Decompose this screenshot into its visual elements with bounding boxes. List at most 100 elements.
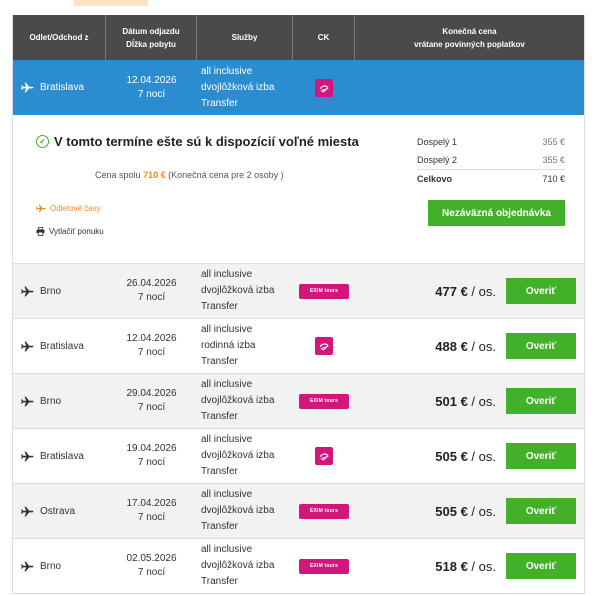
price-unit: / os. (467, 393, 496, 409)
departure-date: 12.04.2026 (126, 333, 177, 344)
offer-detail-panel: ✓ V tomto termíne ešte sú k dispozícií v… (13, 115, 584, 264)
price-summary: Dospelý 1 355 € Dospelý 2 355 € Celkovo … (417, 133, 565, 188)
price-value: 505 € (435, 448, 468, 464)
price-per-person: 488 € / os. (435, 339, 496, 354)
summary-row-adult2: Dospelý 2 355 € (417, 151, 565, 169)
verify-button[interactable]: Overiť (506, 278, 576, 304)
price-value: 501 € (435, 393, 468, 409)
price-unit: / os. (467, 283, 496, 299)
service-room: dvojlôžková izba (201, 285, 275, 296)
adult2-label: Dospelý 2 (417, 155, 458, 165)
stay-length: 7 nocí (137, 512, 166, 523)
offer-row[interactable]: Brno 29.04.2026 7 nocí all inclusive dvojlôž… (13, 374, 584, 429)
verify-button[interactable]: Overiť (506, 333, 576, 359)
date-cell: 19.04.2026 7 nocí (106, 429, 197, 483)
operator-cell: EXIM tours (293, 484, 355, 538)
offer-row[interactable]: Brno 26.04.2026 7 nocí all inclusive dvojlôž… (13, 264, 584, 319)
price-cell: 501 € / os. Overiť (355, 374, 584, 428)
plane-icon (21, 341, 34, 351)
price-cell: 477 € / os. Overiť (355, 264, 584, 318)
order-button[interactable]: Nezáväzná objednávka (428, 200, 565, 226)
availability-message: ✓ V tomto termíne ešte sú k dispozícií v… (36, 134, 359, 149)
departure-cell: Ostrava (13, 484, 106, 538)
operator-cell: EXIM tours (293, 264, 355, 318)
date-cell: 12.04.2026 7 nocí (106, 319, 197, 373)
verify-button[interactable]: Overiť (506, 388, 576, 414)
service-room: dvojlôžková izba (201, 395, 275, 406)
offer-row[interactable]: Brno 02.05.2026 7 nocí all inclusive dvojlôž… (13, 539, 584, 594)
cedok-logo-icon (315, 447, 333, 465)
departure-city: Brno (40, 285, 62, 297)
service-room: dvojlôžková izba (201, 560, 275, 571)
header-price-label: Konečná cena (442, 26, 497, 36)
price-cell: 488 € / os. Overiť (355, 319, 584, 373)
departure-city: Bratislava (40, 340, 84, 352)
services-cell: all inclusive dvojlôžková izba Transfer (197, 374, 293, 428)
plane-icon (21, 561, 34, 571)
departure-cell: Bratislava (13, 60, 106, 115)
header-departure: Odlet/Odchod z (13, 15, 106, 60)
exim-tours-logo-icon: EXIM tours (299, 393, 349, 409)
stay-length: 7 nocí (137, 457, 166, 468)
total-price-note: (Konečná cena pre 2 osoby ) (168, 170, 284, 180)
departure-cell: Bratislava (13, 319, 106, 373)
departure-date: 02.05.2026 (126, 553, 177, 564)
service-room: dvojlôžková izba (201, 81, 275, 93)
price-cell: 518 € / os. Overiť (355, 539, 584, 593)
offer-row[interactable]: Ostrava 17.04.2026 7 nocí all inclusive dvoj… (13, 484, 584, 539)
verify-button[interactable]: Overiť (506, 443, 576, 469)
departure-city: Brno (40, 395, 62, 407)
departure-date: 17.04.2026 (126, 498, 177, 509)
service-board: all inclusive (201, 489, 253, 500)
exim-tours-logo-icon: EXIM tours (299, 558, 349, 574)
offer-row[interactable]: Bratislava 19.04.2026 7 nocí all inclusive d… (13, 429, 584, 484)
summary-row-total: Celkovo 710 € (417, 169, 565, 188)
flight-times-label: Odletové časy (50, 204, 101, 213)
adult1-label: Dospelý 1 (417, 137, 458, 147)
departure-date: 12.04.2026 (126, 74, 177, 86)
service-transfer: Transfer (201, 576, 238, 587)
service-transfer: Transfer (201, 411, 238, 422)
service-transfer: Transfer (201, 301, 238, 312)
departure-city: Bratislava (40, 450, 84, 462)
stay-length: 7 nocí (137, 88, 166, 100)
adult1-price: 355 € (542, 137, 565, 147)
stay-length: 7 nocí (137, 402, 166, 413)
stay-length: 7 nocí (137, 567, 166, 578)
departure-city: Ostrava (40, 505, 76, 517)
table-header: Odlet/Odchod z Dátum odjazdu Dĺžka pobyt… (13, 15, 584, 60)
service-room: rodinná izba (201, 340, 256, 351)
departure-city: Brno (40, 560, 62, 572)
stay-length: 7 nocí (137, 347, 166, 358)
offers-table: Odlet/Odchod z Dátum odjazdu Dĺžka pobyt… (12, 15, 585, 594)
date-cell: 02.05.2026 7 nocí (106, 539, 197, 593)
offer-row[interactable]: Bratislava 12.04.2026 7 nocí all inclusive r… (13, 319, 584, 374)
plane-icon (21, 286, 34, 296)
departure-city: Bratislava (40, 82, 84, 93)
service-board: all inclusive (201, 434, 253, 445)
operator-cell: EXIM tours (293, 374, 355, 428)
departure-cell: Bratislava (13, 429, 106, 483)
verify-button[interactable]: Overiť (506, 553, 576, 579)
price-per-person: 505 € / os. (435, 504, 496, 519)
operator-cell (293, 429, 355, 483)
service-board: all inclusive (201, 269, 253, 280)
summary-row-adult1: Dospelý 1 355 € (417, 133, 565, 151)
price-per-person: 518 € / os. (435, 559, 496, 574)
verify-button[interactable]: Overiť (506, 498, 576, 524)
services-cell: all inclusive dvojlôžková izba Transfer (197, 484, 293, 538)
flight-times-link[interactable]: Odletové časy (36, 204, 101, 213)
total-label: Celkovo (417, 174, 453, 184)
price-cell: 505 € / os. Overiť (355, 429, 584, 483)
service-board: all inclusive (201, 324, 253, 335)
price-unit: / os. (467, 503, 496, 519)
services-cell: all inclusive dvojlôžková izba Transfer (197, 429, 293, 483)
offer-rows: Brno 26.04.2026 7 nocí all inclusive dvojlôž… (13, 264, 584, 594)
plane-icon (36, 204, 46, 213)
exim-tours-logo-icon: EXIM tours (299, 503, 349, 519)
header-price-note: vrátane povinných poplatkov (414, 39, 525, 49)
header-duration-label: Dĺžka pobytu (126, 39, 176, 49)
price-value: 518 € (435, 558, 468, 574)
print-offer-link[interactable]: Vytlačiť ponuku (36, 227, 104, 236)
selected-offer-row[interactable]: Bratislava 12.04.2026 7 nocí all inclusi… (13, 60, 584, 115)
